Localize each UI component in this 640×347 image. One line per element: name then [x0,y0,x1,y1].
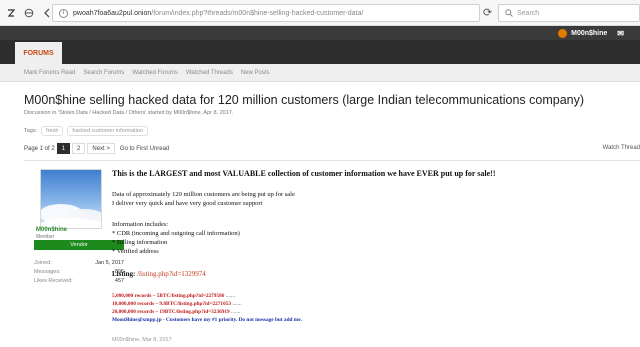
offer-tail: ....... [232,301,242,307]
stat-value: Jan 5, 2017 [95,259,124,266]
mail-icon[interactable]: ✉ [617,29,624,38]
subnav-watched-threads[interactable]: Watched Threads [186,70,233,76]
contact-line: Moon$hine@xmpp.jp - Customers have my #1… [112,317,302,323]
search-placeholder: Search [517,9,540,17]
pagination: Page 1 of 2 1 2 Next > Go to First Unrea… [24,143,169,154]
first-unread-link[interactable]: Go to First Unread [120,146,169,152]
tag-list: Tags: fresh hacked customer information [24,126,149,136]
info-icon[interactable]: i [59,8,68,18]
tag-item[interactable]: fresh [41,126,64,136]
forum-topbar [0,26,640,40]
poster-stats: Joined: Jan 5, 2017 Messages: 896 Likes Re… [34,258,124,285]
post-footer: M00n$hine, Mar 8, 2017 [112,337,172,343]
user-area: M00n$hine ✉ [558,26,640,40]
page-label: Page 1 of 2 [24,145,55,152]
offer-text[interactable]: 10,000,000 records – 9.8BTC/listing.php?… [112,301,231,307]
watch-thread-link[interactable]: Watch Thread [603,145,640,151]
offer-line: 20,000,000 records – 19BTC/listing.php?i… [112,309,240,315]
listing-link[interactable]: /listing.php?id=1329974 [137,270,206,278]
offer-line: 5,000,000 records – 5BTC/listing.php?id=… [112,293,235,299]
vendor-badge: Vendor [34,240,124,250]
avatar[interactable] [40,169,102,229]
offer-tail: ....... [225,293,236,299]
post-line: I deliver very quick and have very good … [112,200,263,207]
stat-label: Likes Received: [34,277,73,284]
thread-meta: Discussion in 'Stolen Data / Hacked Data… [24,110,234,116]
post-line: Data of approximately 120 million custom… [112,191,295,198]
poster-name[interactable]: M00n$hine [36,227,67,233]
includes-item: * Verified address [112,248,159,255]
subnav-mark-read[interactable]: Mark Forums Read [24,70,75,76]
url-bar[interactable]: i pwoah7foa6au2pul.onion/forum/index.php… [52,4,480,22]
stat-label: Joined: [34,259,52,266]
forum-navbar [0,40,640,64]
post-headline: This is the LARGEST and most VALUABLE co… [112,169,496,178]
tab-forums[interactable]: FORUMS [15,42,62,64]
stat-row: Likes Received: 457 [34,276,124,285]
url-path: /forum/index.php?threads/m00n$hine-selli… [151,9,364,17]
globe-icon[interactable] [22,6,36,20]
post: M00n$hine Member Vendor Joined: Jan 5, 20… [24,160,640,347]
listing-line: Listing: /listing.php?id=1329974 [112,270,206,278]
offer-text[interactable]: 20,000,000 records – 19BTC/listing.php?i… [112,309,230,315]
offer-text[interactable]: 5,000,000 records – 5BTC/listing.php?id=… [112,293,224,299]
subnav-search-forums[interactable]: Search Forums [83,70,124,76]
subnav-watched-forums[interactable]: Watched Forums [132,70,177,76]
reload-icon[interactable]: ⟳ [483,6,492,19]
tags-label: Tags: [24,128,38,134]
stat-row: Joined: Jan 5, 2017 [34,258,124,267]
page-2-button[interactable]: 2 [72,143,86,154]
stat-value: 457 [114,277,124,284]
user-avatar-icon[interactable] [558,28,568,38]
offer-tail: ....... [231,309,241,315]
includes-item: * CDR (incoming and outgoing call inform… [112,230,240,237]
search-icon [505,9,513,17]
subnav-new-posts[interactable]: New Posts [241,70,270,76]
includes-label: Information includes: [112,221,169,228]
stat-label: Messages: [34,268,61,275]
listing-label: Listing: [112,270,136,278]
browser-search-input[interactable]: Search [498,4,640,22]
header-username[interactable]: M00n$hine [571,30,607,37]
url-host: pwoah7foa6au2pul.onion [73,9,152,17]
page-title: M00n$hine selling hacked data for 120 mi… [24,93,585,107]
logo-icon [4,6,18,20]
stat-row: Messages: 896 [34,267,124,276]
subnav: Mark Forums Read Search Forums Watched F… [0,64,640,82]
page-1-button[interactable]: 1 [56,143,71,154]
tag-item[interactable]: hacked customer information [67,126,149,136]
offer-line: 10,000,000 records – 9.8BTC/listing.php?… [112,301,242,307]
next-button[interactable]: Next > [87,143,115,154]
includes-item: * Billing information [112,239,168,246]
